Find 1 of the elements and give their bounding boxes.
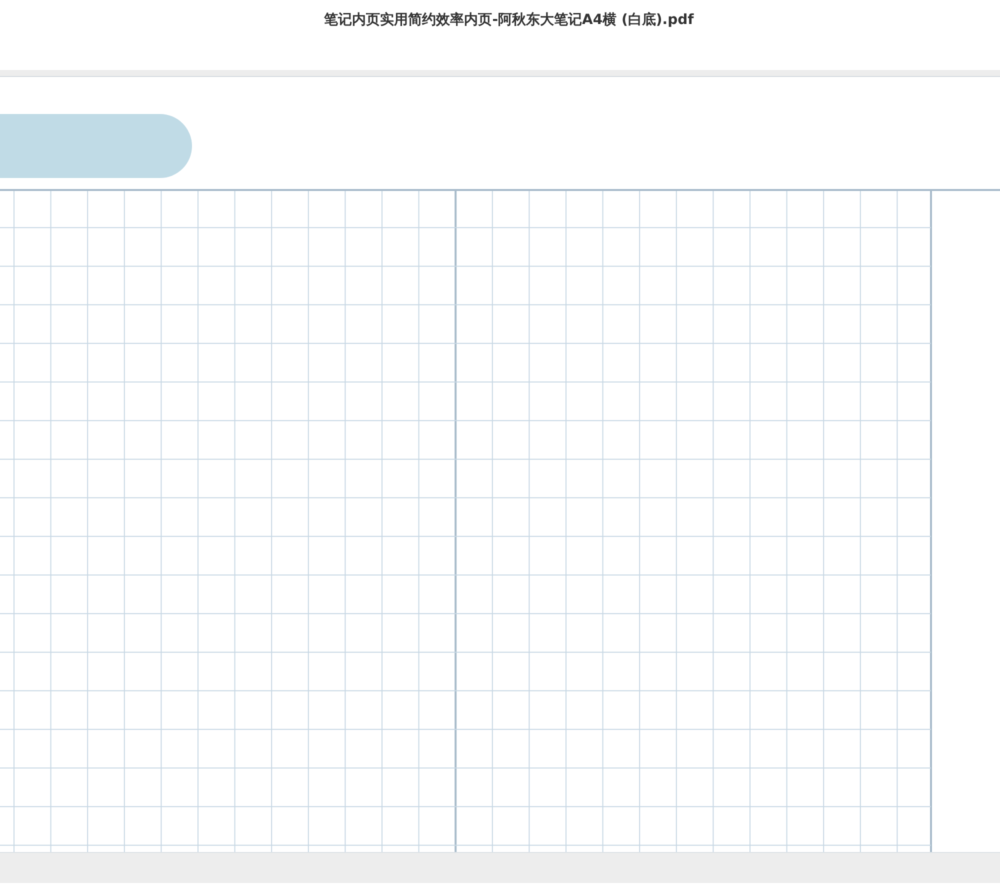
document-title: 笔记内页实用简约效率内页-阿秋东大笔记A4横 (白底).pdf: [324, 10, 694, 30]
